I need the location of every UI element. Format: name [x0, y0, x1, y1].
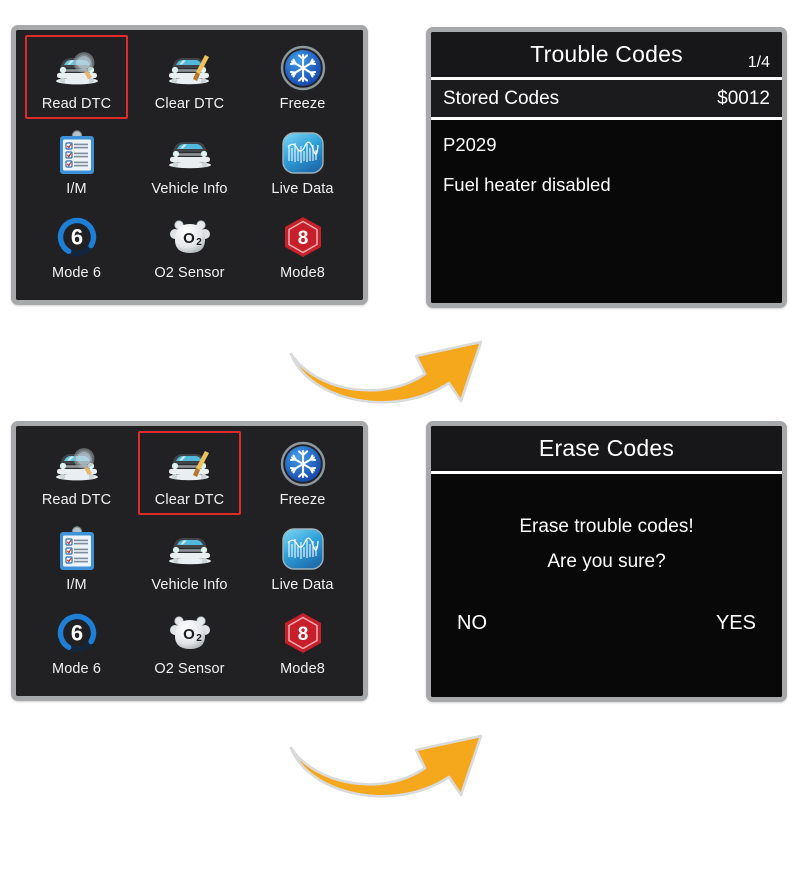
icon-grid-clear-dtc: Read DTC Clear DTC Freeze I/M Vehicle In… [16, 426, 363, 696]
menu-item-label: Read DTC [41, 96, 112, 112]
menu-item-label: Live Data [271, 576, 334, 593]
menu-item-label: Mode 6 [52, 265, 101, 282]
menu-item-mode-6[interactable]: 6 Mode 6 [20, 205, 133, 290]
menu-item-label: Read DTC [41, 492, 112, 508]
device-screen-erase-codes: Erase Codes Erase trouble codes! Are you… [426, 421, 787, 702]
menu-item-label: Vehicle Info [151, 576, 228, 593]
svg-text:O: O [183, 626, 195, 643]
car-magnifier-icon [51, 43, 103, 93]
erase-codes-dialog-body: Erase trouble codes! Are you sure? NO YE… [431, 474, 782, 697]
menu-item-live-data[interactable]: Live Data [246, 121, 359, 206]
erase-codes-title-bar: Erase Codes [431, 426, 782, 474]
menu-item-im[interactable]: I/M [20, 517, 133, 602]
svg-text:2: 2 [196, 633, 202, 644]
icon-grid-read-dtc: Read DTC Clear DTC Freeze I/M Vehicle In… [16, 30, 363, 300]
menu-item-label: Clear DTC [154, 492, 225, 508]
menu-item-label: Mode8 [280, 661, 325, 678]
svg-text:6: 6 [70, 225, 82, 250]
car-front-icon [164, 524, 216, 574]
svg-text:8: 8 [297, 228, 308, 249]
menu-item-vehicle-info[interactable]: Vehicle Info [133, 517, 246, 602]
svg-text:O: O [183, 230, 195, 247]
menu-item-label: Live Data [271, 180, 334, 197]
menu-item-live-data[interactable]: Live Data [246, 517, 359, 602]
menu-item-read-dtc[interactable]: Read DTC [20, 432, 133, 517]
stored-codes-value: $0012 [717, 87, 770, 109]
device-screen-main-menu-read-dtc: Read DTC Clear DTC Freeze I/M Vehicle In… [11, 25, 368, 305]
menu-item-label: O2 Sensor [154, 265, 225, 282]
menu-item-o2-sensor[interactable]: O 2 O2 Sensor [133, 601, 246, 686]
yes-button[interactable]: YES [716, 612, 756, 635]
menu-item-mode8[interactable]: 8 Mode8 [246, 205, 359, 290]
dtc-code: P2029 [443, 134, 497, 155]
erase-codes-screen: Erase Codes Erase trouble codes! Are you… [431, 426, 782, 697]
trouble-codes-title-bar: Trouble Codes 1/4 [431, 32, 782, 80]
car-broom-icon [164, 43, 216, 93]
stored-codes-label: Stored Codes [443, 87, 560, 109]
car-magnifier-icon [51, 439, 103, 489]
svg-text:6: 6 [70, 621, 82, 646]
device-screen-main-menu-clear-dtc: Read DTC Clear DTC Freeze I/M Vehicle In… [11, 421, 368, 701]
o2-sensor-icon: O 2 [166, 212, 214, 262]
trouble-codes-screen: Trouble Codes 1/4 Stored Codes $0012 P20… [431, 32, 782, 303]
confirm-message-line1: Erase trouble codes! [519, 516, 694, 537]
ring-six-icon: 6 [55, 212, 99, 262]
menu-item-label: Freeze [279, 96, 326, 112]
page-title: Erase Codes [538, 435, 675, 461]
menu-item-o2-sensor[interactable]: O 2 O2 Sensor [133, 205, 246, 290]
svg-text:2: 2 [196, 237, 202, 248]
menu-item-label: Mode8 [280, 265, 325, 282]
menu-item-label: I/M [66, 576, 87, 593]
page-indicator: 1/4 [747, 54, 770, 71]
menu-item-read-dtc[interactable]: Read DTC [20, 35, 133, 121]
waveform-icon [281, 128, 325, 178]
confirm-message-line2: Are you sure? [547, 551, 666, 572]
ring-six-icon: 6 [55, 608, 99, 658]
device-screen-trouble-codes: Trouble Codes 1/4 Stored Codes $0012 P20… [426, 27, 787, 308]
flow-arrow-bottom [285, 706, 510, 801]
menu-item-label: Clear DTC [154, 96, 225, 112]
stored-codes-row[interactable]: Stored Codes $0012 [431, 80, 782, 120]
menu-item-freeze[interactable]: Freeze [246, 36, 359, 121]
menu-item-label: Vehicle Info [151, 180, 228, 197]
menu-item-label: O2 Sensor [154, 661, 225, 678]
waveform-icon [281, 524, 325, 574]
page-title: Trouble Codes [530, 41, 683, 67]
o2-sensor-icon: O 2 [166, 608, 214, 658]
car-front-icon [164, 128, 216, 178]
menu-item-label: Mode 6 [52, 661, 101, 678]
menu-item-im[interactable]: I/M [20, 121, 133, 206]
snowflake-icon [280, 43, 326, 93]
no-button[interactable]: NO [457, 612, 487, 635]
menu-item-vehicle-info[interactable]: Vehicle Info [133, 121, 246, 206]
svg-text:8: 8 [297, 624, 308, 645]
clipboard-checklist-icon [57, 524, 97, 574]
screenshot-root: Read DTC Clear DTC Freeze I/M Vehicle In… [0, 0, 800, 881]
menu-item-mode-6[interactable]: 6 Mode 6 [20, 601, 133, 686]
menu-item-clear-dtc[interactable]: Clear DTC [133, 36, 246, 121]
clipboard-checklist-icon [57, 128, 97, 178]
trouble-codes-body: P2029 Fuel heater disabled [431, 120, 782, 303]
menu-item-label: I/M [66, 180, 87, 197]
snowflake-icon [280, 439, 326, 489]
confirm-button-row: NO YES [431, 612, 782, 635]
car-broom-icon [164, 439, 216, 489]
dtc-description: Fuel heater disabled [443, 174, 611, 195]
hexagon-eight-icon: 8 [280, 212, 326, 262]
menu-item-freeze[interactable]: Freeze [246, 432, 359, 517]
menu-item-label: Freeze [279, 492, 326, 508]
flow-arrow-top [285, 312, 510, 407]
menu-item-mode8[interactable]: 8 Mode8 [246, 601, 359, 686]
menu-item-clear-dtc[interactable]: Clear DTC [133, 431, 246, 517]
hexagon-eight-icon: 8 [280, 608, 326, 658]
